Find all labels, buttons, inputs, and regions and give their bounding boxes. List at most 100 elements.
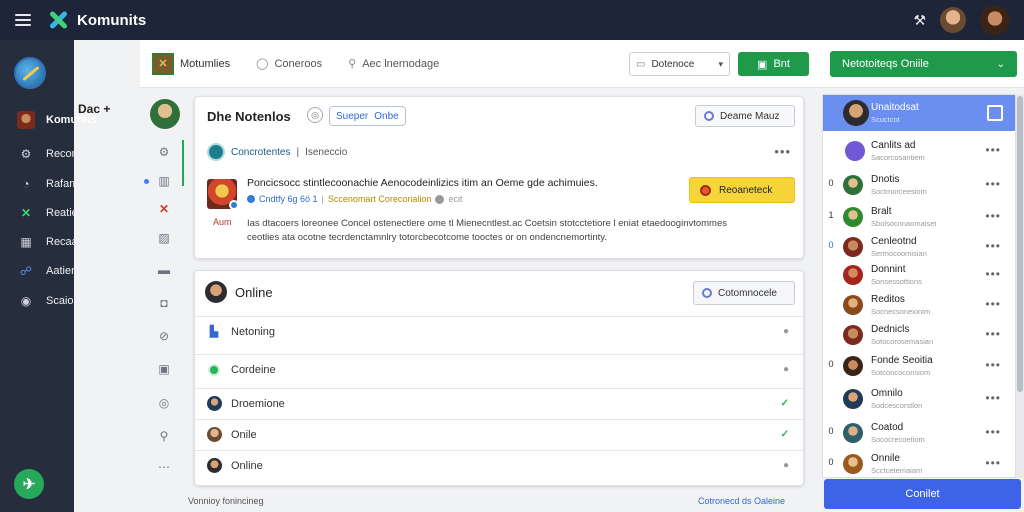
list-item[interactable]: 0 Dnotis Soctmorceesiom ••• (823, 169, 1015, 201)
settings-icon[interactable]: ◎ (156, 395, 172, 411)
user-avatar[interactable] (940, 7, 966, 33)
source-avatar[interactable] (207, 143, 225, 161)
list-item[interactable]: 0 Fonde Seoitia Sotconcoconsiom ••• (823, 350, 1015, 382)
close-icon[interactable]: ✕ (156, 201, 172, 217)
camera-icon[interactable]: ◘ (156, 295, 172, 311)
member-text: Coatod Sococrecoetiom (871, 422, 925, 444)
bnt-button[interactable]: ▣ Bnt (738, 52, 809, 76)
wrench-icon[interactable]: ⚒ (913, 12, 926, 29)
workspace-globe-icon[interactable] (14, 57, 46, 89)
post-headline[interactable]: Poncicsocc stintlecoonachie Aenocodeinli… (247, 177, 598, 189)
list-item[interactable]: ▙ Netoning ● (195, 316, 803, 346)
reoaneteck-button[interactable]: Reoaneteck (689, 177, 795, 203)
more-icon[interactable]: ⋯ (156, 459, 172, 475)
tool-icon[interactable]: ⚲ (156, 428, 172, 444)
lock-icon[interactable]: ▣ (156, 361, 172, 377)
grid-icon: ▦ (20, 235, 32, 249)
status-dot: ● (782, 326, 789, 337)
list-item[interactable]: Canlits ad Sacorcosantiem ••• (823, 135, 1015, 167)
row-label: Droemione (231, 397, 285, 410)
more-options-icon[interactable]: ••• (774, 144, 791, 159)
source-name[interactable]: Concrotentes (231, 147, 290, 158)
list-item[interactable]: 0 Coatod Sococrecoetiom ••• (823, 417, 1015, 449)
image-icon[interactable]: ▨ (156, 230, 172, 246)
checkbox-icon[interactable] (987, 105, 1003, 121)
tab-aec[interactable]: ⚲ Aec lnernodage (348, 57, 439, 71)
scrollbar[interactable] (1016, 94, 1024, 478)
compose-fab-button[interactable]: ✈ (14, 469, 44, 499)
radio-icon (702, 288, 712, 298)
cotomnocele-button[interactable]: Cotomnocele (693, 281, 795, 305)
tag-chip[interactable]: Sueper Onbe (329, 106, 406, 126)
list-item[interactable]: Online ● (195, 450, 803, 480)
list-item[interactable]: 0 Onnile Scctcetemaiam ••• (823, 449, 1015, 479)
member-count: 0 (828, 426, 834, 436)
list-item[interactable]: Donnint Sonsessottions ••• (823, 259, 1015, 291)
separator: | (296, 146, 300, 158)
member-count: 1 (828, 210, 834, 220)
list-item[interactable]: 1 Bralt Sbolsocnnaomaiset ••• (823, 201, 1015, 233)
sidebar-item-recommis[interactable]: ⚙ Recommis (18, 144, 98, 164)
member-count: 0 (828, 359, 834, 369)
folder-icon[interactable]: ▬ (156, 262, 172, 278)
post-source: Concrotentes | Iseneccio (207, 143, 347, 161)
meta-edit[interactable]: ecit (448, 194, 462, 204)
member-name: Donnint (871, 264, 906, 275)
member-sub: Scuctcot (871, 115, 900, 124)
list-item[interactable]: Dednicls Sotocorosemasian ••• (823, 319, 1015, 351)
more-options-icon[interactable]: ••• (985, 297, 1001, 311)
sidebar-item-reatie[interactable]: ✕ Reatie (18, 203, 78, 223)
link-icon[interactable]: ⊘ (156, 328, 172, 344)
info-icon[interactable]: ◎ (307, 107, 323, 123)
more-options-icon[interactable]: ••• (985, 327, 1001, 341)
circle-icon: ◉ (20, 294, 32, 308)
contact-button[interactable]: Conilet (824, 479, 1021, 509)
sidebar-item-label: Recommis (46, 148, 98, 160)
more-options-icon[interactable]: ••• (985, 143, 1001, 157)
document-icon: ▙ (209, 326, 219, 338)
tab-motumlies[interactable]: ✕ Motumlies (152, 52, 231, 75)
list-item[interactable]: Reditos Socnecsoneionim ••• (823, 289, 1015, 321)
filter-select[interactable]: ▭ Dotenoce ▾ (629, 52, 730, 76)
meta-author[interactable]: Cndtfy 6g 6ö 1 (259, 194, 318, 204)
sidebar-item-scaio[interactable]: ◉ Scaio (18, 291, 74, 311)
sidebar-item-recaamad[interactable]: ▦ Recaamad (18, 232, 99, 252)
deame-button[interactable]: Deame Mauz (695, 105, 795, 127)
more-options-icon[interactable]: ••• (985, 391, 1001, 405)
more-options-icon[interactable]: ••• (985, 267, 1001, 281)
online-card: Online Cotomnocele ▙ Netoning ● Cordeine… (194, 270, 804, 486)
online-avatar[interactable] (205, 281, 227, 303)
more-options-icon[interactable]: ••• (985, 358, 1001, 372)
chip-label-2: Onbe (374, 110, 399, 122)
rail-avatar[interactable] (150, 99, 180, 129)
gear-icon[interactable]: ⚙ (156, 144, 172, 160)
member-count: 0 (828, 457, 834, 467)
profile-avatar[interactable] (980, 5, 1010, 35)
users-icon: ☍ (19, 264, 33, 278)
tab-label: Motumlies (180, 57, 231, 70)
alert-icon (700, 184, 711, 196)
online-dropdown[interactable]: Netotoiteqs Oniile ⌄ (830, 51, 1017, 77)
sidebar-item-rafamiley[interactable]: ◔ Rafamiley (18, 174, 95, 194)
list-item[interactable]: Droemione ✓ (195, 388, 803, 418)
scrollbar-thumb[interactable] (1017, 96, 1023, 392)
more-options-icon[interactable]: ••• (985, 456, 1001, 470)
list-item[interactable]: Unaitodsat Scuctcot (823, 95, 1015, 131)
sidebar-item-aatiems[interactable]: ☍ Aatiems (18, 261, 86, 281)
list-item[interactable]: Onile ✓ (195, 419, 803, 449)
member-avatar (843, 175, 863, 195)
book-icon[interactable]: ▥ (156, 173, 172, 189)
meta-category[interactable]: Sccenomart Corecorialion (328, 194, 432, 204)
more-options-icon[interactable]: ••• (985, 425, 1001, 439)
member-name: Bralt (871, 206, 892, 217)
menu-icon[interactable] (15, 14, 31, 26)
sidebar-item-komunits[interactable]: Komunits (17, 110, 97, 130)
footer-link[interactable]: Cotronecd ds Oaleine (698, 496, 785, 506)
list-item[interactable]: Cordeine ● (195, 354, 803, 384)
more-options-icon[interactable]: ••• (985, 209, 1001, 223)
icon-rail: ⚙ ▥ ✕ ▨ ▬ ◘ ⊘ ▣ ◎ ⚲ ⋯ (140, 96, 186, 486)
list-item[interactable]: Omnilo Sodcescorstlon ••• (823, 383, 1015, 415)
tab-coneroos[interactable]: ◯ Coneroos (256, 57, 322, 71)
more-options-icon[interactable]: ••• (985, 177, 1001, 191)
more-options-icon[interactable]: ••• (985, 239, 1001, 253)
